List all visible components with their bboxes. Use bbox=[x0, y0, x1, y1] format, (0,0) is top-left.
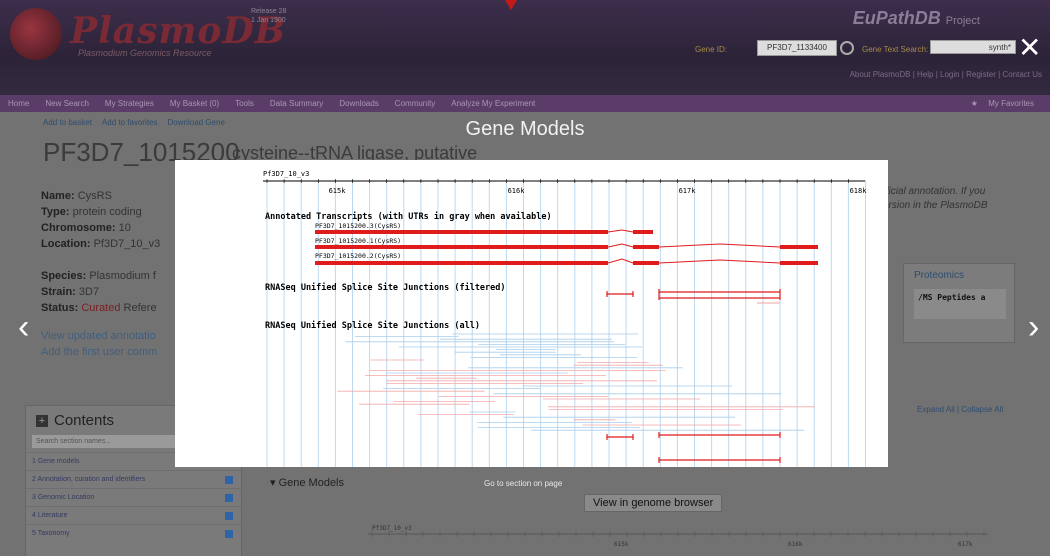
toc-item[interactable]: 3 Genomic Location bbox=[26, 488, 241, 506]
intron bbox=[607, 229, 634, 233]
nav-downloads[interactable]: Downloads bbox=[331, 99, 387, 108]
ruler-label: Pf3D7_10_v3 bbox=[263, 170, 309, 178]
proteomics-thumbnail[interactable]: /MS Peptides a bbox=[914, 289, 1006, 319]
gene-model-image: Pf3D7_10_v3 615k 616k 617k 618k Annotate… bbox=[175, 160, 888, 467]
intron bbox=[607, 258, 634, 264]
chevron-right-icon[interactable]: › bbox=[1028, 310, 1039, 344]
track-title-transcripts: Annotated Transcripts (with UTRs in gray… bbox=[265, 211, 552, 222]
nav-home[interactable]: Home bbox=[0, 99, 37, 108]
goto-section-link[interactable]: Go to section on page bbox=[484, 479, 562, 488]
gene-facts: Name: CysRS Type: protein coding Chromos… bbox=[41, 190, 161, 360]
release-info: Release 28 1 Jan 1900 bbox=[251, 8, 287, 24]
toc-item[interactable]: 5 Taxonomy bbox=[26, 524, 241, 542]
contents-title: Contents bbox=[54, 412, 115, 429]
exon[interactable] bbox=[633, 230, 653, 234]
checkbox[interactable] bbox=[225, 529, 233, 538]
strong-junctions bbox=[606, 432, 781, 463]
exon[interactable] bbox=[315, 245, 608, 249]
checkbox[interactable] bbox=[225, 475, 233, 484]
nav-my-favorites[interactable]: ★ My Favorites bbox=[963, 99, 1050, 108]
exon[interactable] bbox=[780, 261, 818, 265]
plus-icon[interactable]: + bbox=[36, 414, 48, 427]
gene-text-input[interactable]: synth* bbox=[930, 40, 1016, 54]
exon[interactable] bbox=[315, 261, 608, 265]
bg-tick-label: 615k bbox=[614, 541, 629, 548]
expand-collapse-links[interactable]: Expand All | Collapse All bbox=[917, 405, 1003, 414]
track-title-all: RNASeq Unified Splice Site Junctions (al… bbox=[265, 320, 480, 331]
exon[interactable] bbox=[315, 230, 608, 234]
background-ruler: Pf3D7_10_v3 615k 616k 617k bbox=[368, 525, 988, 548]
bg-tick-label: 617k bbox=[958, 541, 973, 548]
pointer-marker bbox=[505, 0, 517, 10]
checkbox[interactable] bbox=[225, 493, 233, 502]
logo-subtitle: Plasmodium Genomics Resource bbox=[78, 48, 212, 58]
add-comment-link[interactable]: Add the first user comm bbox=[41, 344, 160, 360]
transcript-label[interactable]: PF3D7_1015200.1(CysRS) bbox=[315, 237, 401, 245]
gbrowse-image: Pf3D7_10_v3 615k 616k 617k 618k Annotate… bbox=[263, 170, 868, 467]
track-title-filtered: RNASeq Unified Splice Site Junctions (fi… bbox=[265, 282, 506, 293]
exon[interactable] bbox=[633, 261, 659, 265]
main-nav: Home New Search My Strategies My Basket … bbox=[0, 95, 1050, 112]
tick-label: 616k bbox=[508, 187, 526, 195]
toc-item[interactable]: 4 Literature bbox=[26, 506, 241, 524]
nav-analyze[interactable]: Analyze My Experiment bbox=[443, 99, 543, 108]
annotation-note: fficial annotation. If you ersion in the … bbox=[883, 186, 988, 211]
plasmodb-logo-icon[interactable] bbox=[10, 8, 62, 60]
nav-my-basket[interactable]: My Basket (0) bbox=[162, 99, 227, 108]
tick-label: 618k bbox=[850, 187, 868, 195]
header-links[interactable]: About PlasmoDB | Help | Login | Register… bbox=[850, 70, 1042, 79]
exon[interactable] bbox=[633, 245, 659, 249]
exon[interactable] bbox=[780, 245, 818, 249]
transcript-label[interactable]: PF3D7_1015200.3(CysRS) bbox=[315, 222, 401, 230]
site-header: PlasmoDB Plasmodium Genomics Resource Re… bbox=[0, 0, 1050, 95]
tick-label: 617k bbox=[679, 187, 697, 195]
tick-label: 615k bbox=[329, 187, 347, 195]
gene-text-label: Gene Text Search: bbox=[862, 45, 929, 54]
filtered-junctions bbox=[606, 289, 781, 300]
gene-models-section-head[interactable]: ▾ Gene Models bbox=[270, 476, 344, 489]
view-genome-browser-button[interactable]: View in genome browser bbox=[584, 494, 723, 512]
lightbox-title: Gene Models bbox=[465, 118, 585, 140]
view-updated-link[interactable]: View updated annotatio bbox=[41, 328, 160, 344]
intron bbox=[607, 243, 634, 248]
toc-item[interactable]: 2 Annotation, curation and identifiers bbox=[26, 470, 241, 488]
nav-new-search[interactable]: New Search bbox=[37, 99, 97, 108]
nav-data-summary[interactable]: Data Summary bbox=[262, 99, 331, 108]
nav-community[interactable]: Community bbox=[387, 99, 443, 108]
eupathdb-project[interactable]: EuPathDB Project bbox=[853, 8, 980, 29]
all-junctions bbox=[337, 333, 815, 431]
search-icon[interactable] bbox=[840, 41, 854, 55]
nav-my-strategies[interactable]: My Strategies bbox=[97, 99, 162, 108]
nav-tools[interactable]: Tools bbox=[227, 99, 262, 108]
bg-tick-label: 616k bbox=[788, 541, 803, 548]
chevron-left-icon[interactable]: ‹ bbox=[18, 310, 29, 344]
gene-id-label: Gene ID: bbox=[695, 45, 728, 54]
checkbox[interactable] bbox=[225, 511, 233, 520]
transcript-label[interactable]: PF3D7_1015200.2(CysRS) bbox=[315, 252, 401, 260]
gene-id-input[interactable]: PF3D7_1133400 bbox=[757, 40, 837, 56]
close-icon[interactable]: ✕ bbox=[1018, 34, 1041, 62]
proteomics-panel[interactable]: Proteomics /MS Peptides a bbox=[903, 263, 1015, 343]
bg-ruler-label: Pf3D7_10_v3 bbox=[372, 525, 412, 532]
